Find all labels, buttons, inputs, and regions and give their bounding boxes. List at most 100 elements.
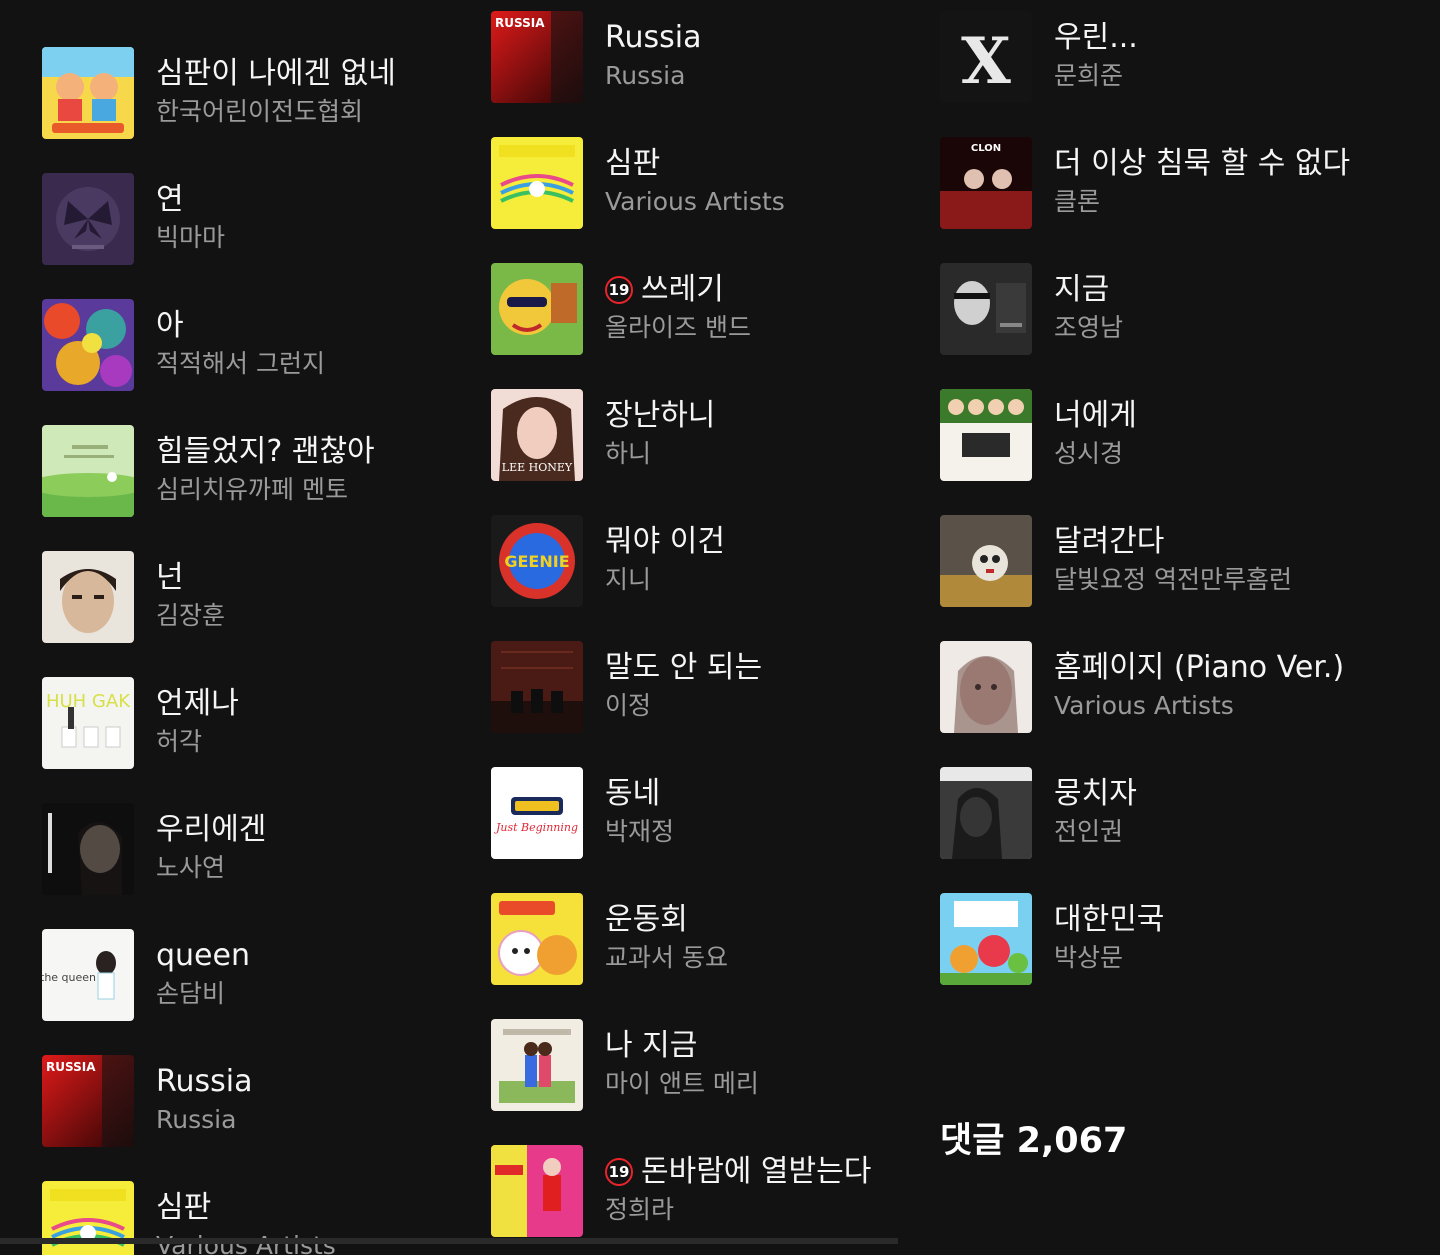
song-item[interactable]: 심판이 나에겐 없네 한국어린이전도협회 xyxy=(42,47,472,139)
album-cover[interactable] xyxy=(42,299,134,391)
song-title[interactable]: Russia xyxy=(605,19,935,57)
song-title[interactable]: 우린... xyxy=(1054,19,1384,57)
song-title[interactable]: 달려간다 xyxy=(1054,523,1384,561)
song-item[interactable]: RUSSIA Russia Russia xyxy=(42,1055,472,1147)
artist-name[interactable]: Russia xyxy=(605,59,935,93)
song-item[interactable]: 19 돈바람에 열받는다 정희라 xyxy=(491,1145,921,1237)
artist-name[interactable]: 허각 xyxy=(156,725,486,759)
artist-name[interactable]: 빅마마 xyxy=(156,221,486,255)
song-item[interactable]: CLON 더 이상 침묵 할 수 없다 클론 xyxy=(940,137,1370,229)
song-item[interactable]: LEE HONEY 장난하니 하니 xyxy=(491,389,921,481)
artist-name[interactable]: 교과서 동요 xyxy=(605,941,935,975)
album-cover[interactable] xyxy=(940,263,1032,355)
song-title[interactable]: 19 쓰레기 xyxy=(605,271,935,309)
song-item[interactable]: 나 지금 마이 앤트 메리 xyxy=(491,1019,921,1111)
song-title[interactable]: Russia xyxy=(156,1063,486,1101)
artist-name[interactable]: 문희준 xyxy=(1054,59,1384,93)
song-item[interactable]: 뭉치자 전인권 xyxy=(940,767,1370,859)
album-cover[interactable]: CLON xyxy=(940,137,1032,229)
artist-name[interactable]: 전인권 xyxy=(1054,815,1384,849)
song-item[interactable]: 말도 안 되는 이정 xyxy=(491,641,921,733)
song-item[interactable]: X 우린... 문희준 xyxy=(940,11,1370,103)
artist-name[interactable]: 마이 앤트 메리 xyxy=(605,1067,935,1101)
song-title[interactable]: 너에게 xyxy=(1054,397,1384,435)
album-cover[interactable] xyxy=(491,893,583,985)
song-title[interactable]: 운동회 xyxy=(605,901,935,939)
song-item[interactable]: 운동회 교과서 동요 xyxy=(491,893,921,985)
song-item[interactable]: GEENIE 뭐야 이건 지니 xyxy=(491,515,921,607)
song-item[interactable]: RUSSIA Russia Russia xyxy=(491,11,921,103)
album-cover[interactable]: HUH GAK xyxy=(42,677,134,769)
song-item[interactable]: 우리에겐 노사연 xyxy=(42,803,472,895)
album-cover[interactable] xyxy=(42,173,134,265)
artist-name[interactable]: Various Artists xyxy=(605,185,935,219)
album-cover[interactable]: RUSSIA xyxy=(42,1055,134,1147)
song-title[interactable]: 우리에겐 xyxy=(156,811,486,849)
song-item[interactable]: 아 적적해서 그런지 xyxy=(42,299,472,391)
song-title[interactable]: 홈페이지 (Piano Ver.) xyxy=(1054,649,1384,687)
artist-name[interactable]: 하니 xyxy=(605,437,935,471)
album-cover[interactable] xyxy=(491,263,583,355)
artist-name[interactable]: 올라이즈 밴드 xyxy=(605,311,935,345)
song-item[interactable]: 홈페이지 (Piano Ver.) Various Artists xyxy=(940,641,1370,733)
song-item[interactable]: 넌 김장훈 xyxy=(42,551,472,643)
artist-name[interactable]: 박재정 xyxy=(605,815,935,849)
artist-name[interactable]: 손담비 xyxy=(156,977,486,1011)
artist-name[interactable]: 정희라 xyxy=(605,1193,935,1227)
album-cover[interactable] xyxy=(940,389,1032,481)
song-item[interactable]: 대한민국 박상문 xyxy=(940,893,1370,985)
album-cover[interactable]: X xyxy=(940,11,1032,103)
song-item[interactable]: 19 쓰레기 올라이즈 밴드 xyxy=(491,263,921,355)
song-title[interactable]: 심판이 나에겐 없네 xyxy=(156,55,486,93)
song-title[interactable]: 나 지금 xyxy=(605,1027,935,1065)
song-title[interactable]: 지금 xyxy=(1054,271,1384,309)
song-title[interactable]: 뭐야 이건 xyxy=(605,523,935,561)
song-title[interactable]: 말도 안 되는 xyxy=(605,649,935,687)
song-title[interactable]: 대한민국 xyxy=(1054,901,1384,939)
song-title[interactable]: 19 돈바람에 열받는다 xyxy=(605,1153,935,1191)
song-title[interactable]: 넌 xyxy=(156,559,486,597)
album-cover[interactable] xyxy=(940,515,1032,607)
song-item[interactable]: 달려간다 달빛요정 역전만루홈런 xyxy=(940,515,1370,607)
album-cover[interactable]: GEENIE xyxy=(491,515,583,607)
artist-name[interactable]: 박상문 xyxy=(1054,941,1384,975)
artist-name[interactable]: 클론 xyxy=(1054,185,1384,219)
comment-count[interactable]: 댓글 2,067 xyxy=(940,1112,1127,1163)
album-cover[interactable] xyxy=(940,767,1032,859)
song-item[interactable]: 너에게 성시경 xyxy=(940,389,1370,481)
artist-name[interactable]: 적적해서 그런지 xyxy=(156,347,486,381)
album-cover[interactable] xyxy=(940,893,1032,985)
song-title[interactable]: queen xyxy=(156,937,486,975)
song-item[interactable]: the queen queen 손담비 xyxy=(42,929,472,1021)
album-cover[interactable] xyxy=(491,1145,583,1237)
album-cover[interactable] xyxy=(42,47,134,139)
album-cover[interactable] xyxy=(491,1019,583,1111)
song-item[interactable]: HUH GAK 언제나 허각 xyxy=(42,677,472,769)
album-cover[interactable]: RUSSIA xyxy=(491,11,583,103)
album-cover[interactable] xyxy=(940,641,1032,733)
song-item[interactable]: 지금 조영남 xyxy=(940,263,1370,355)
artist-name[interactable]: 조영남 xyxy=(1054,311,1384,345)
album-cover[interactable] xyxy=(42,425,134,517)
song-title[interactable]: 동네 xyxy=(605,775,935,813)
song-item[interactable]: 연 빅마마 xyxy=(42,173,472,265)
artist-name[interactable]: 김장훈 xyxy=(156,599,486,633)
song-title[interactable]: 장난하니 xyxy=(605,397,935,435)
song-item[interactable]: Just Beginning 동네 박재정 xyxy=(491,767,921,859)
album-cover[interactable]: LEE HONEY xyxy=(491,389,583,481)
album-cover[interactable] xyxy=(42,803,134,895)
song-title[interactable]: 더 이상 침묵 할 수 없다 xyxy=(1054,145,1384,183)
album-cover[interactable] xyxy=(491,641,583,733)
album-cover[interactable] xyxy=(491,137,583,229)
artist-name[interactable]: Various Artists xyxy=(1054,689,1384,723)
artist-name[interactable]: Russia xyxy=(156,1103,486,1137)
artist-name[interactable]: 지니 xyxy=(605,563,935,597)
album-cover[interactable] xyxy=(42,551,134,643)
artist-name[interactable]: 이정 xyxy=(605,689,935,723)
song-title[interactable]: 뭉치자 xyxy=(1054,775,1384,813)
song-title[interactable]: 아 xyxy=(156,307,486,345)
artist-name[interactable]: 심리치유까페 멘토 xyxy=(156,473,486,507)
song-title[interactable]: 힘들었지? 괜찮아 xyxy=(156,433,486,471)
artist-name[interactable]: 한국어린이전도협회 xyxy=(156,95,486,129)
artist-name[interactable]: 노사연 xyxy=(156,851,486,885)
